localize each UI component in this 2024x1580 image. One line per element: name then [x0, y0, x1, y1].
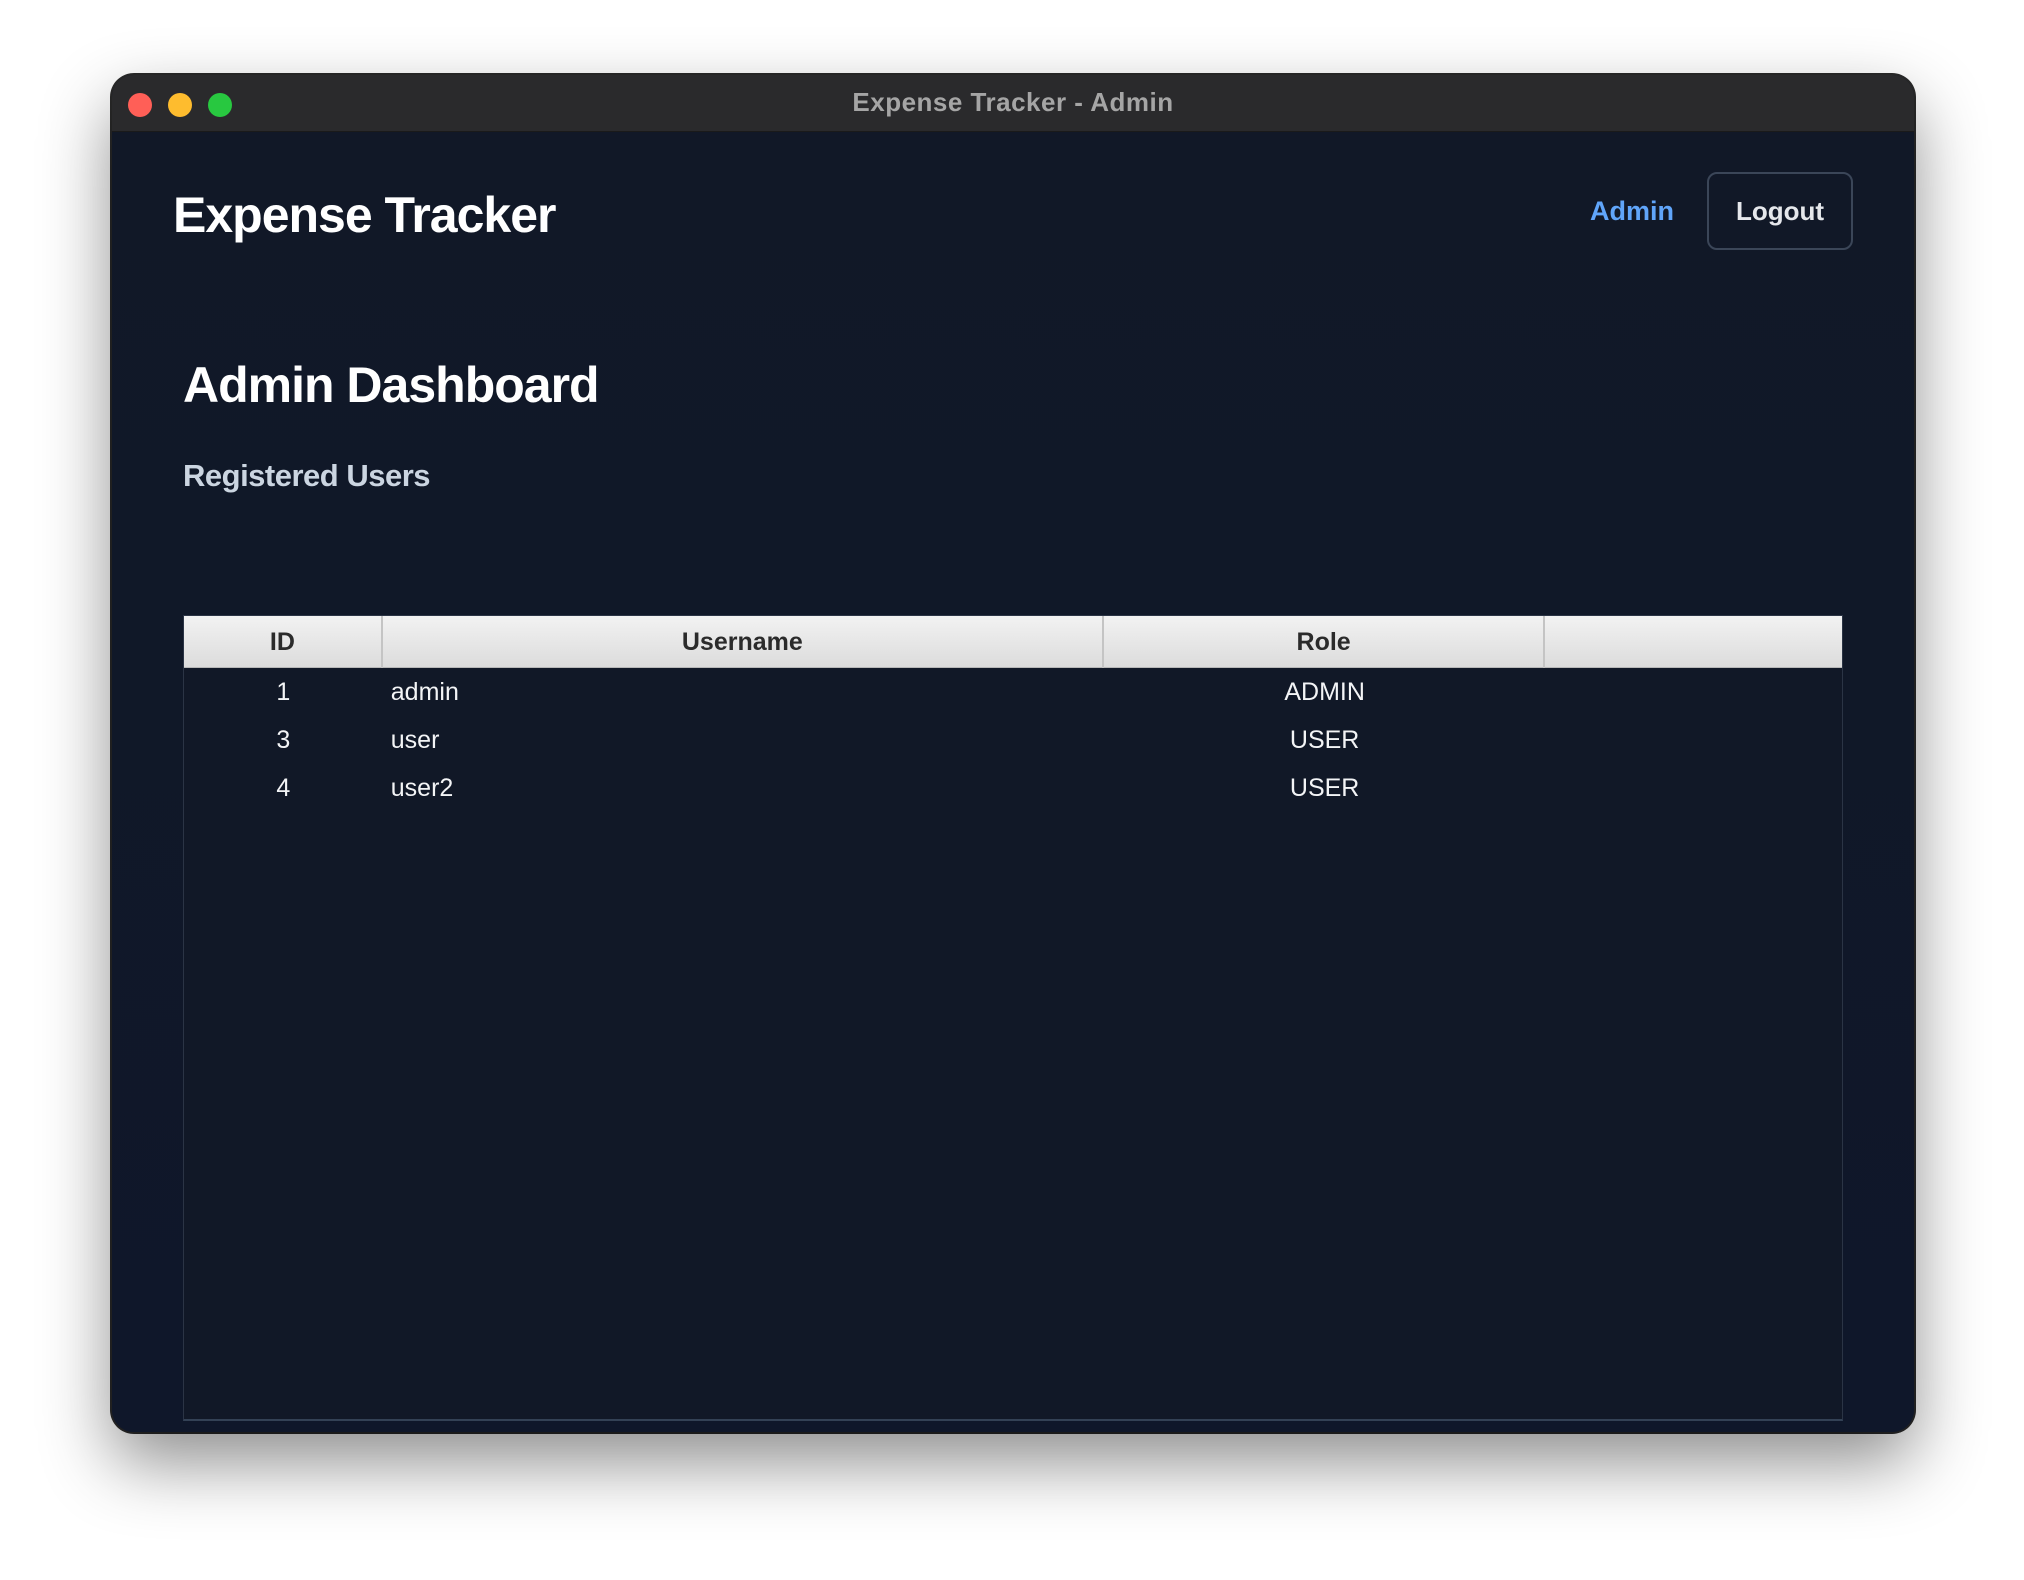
main-content: Expense Tracker Admin Logout Admin Dashb…	[112, 132, 1914, 1432]
cell-username: admin	[390, 678, 459, 706]
cell-empty	[1545, 716, 1842, 764]
section-title: Registered Users	[183, 458, 431, 493]
column-header-empty[interactable]	[1545, 616, 1842, 668]
cell-username: user2	[390, 774, 454, 802]
app-brand: Expense Tracker	[173, 187, 556, 243]
table-row[interactable]: 4 user2 USER	[184, 764, 1842, 812]
cell-username: user	[390, 726, 440, 754]
table-row[interactable]: 1 admin ADMIN	[184, 668, 1842, 716]
users-table[interactable]: ID Username Role 1 admin ADMIN 3 user US…	[183, 615, 1843, 1421]
logout-button[interactable]: Logout	[1707, 172, 1853, 250]
cell-id: 4	[276, 774, 291, 802]
window-title: Expense Tracker - Admin	[852, 87, 1174, 117]
cell-id: 3	[276, 726, 291, 754]
app-window: Expense Tracker - Admin Expense Tracker …	[112, 75, 1914, 1432]
title-bar[interactable]: Expense Tracker - Admin	[112, 75, 1914, 132]
cell-role: USER	[1289, 726, 1360, 754]
table-row[interactable]: 3 user USER	[184, 716, 1842, 764]
column-header-id[interactable]: ID	[184, 616, 383, 668]
cell-role: ADMIN	[1284, 678, 1365, 706]
cell-empty	[1545, 668, 1842, 716]
cell-id: 1	[276, 678, 291, 706]
cell-empty	[1545, 764, 1842, 812]
table-header: ID Username Role	[184, 616, 1842, 668]
nav-link-admin[interactable]: Admin	[1590, 196, 1674, 227]
cell-role: USER	[1289, 774, 1360, 802]
column-header-role[interactable]: Role	[1104, 616, 1546, 668]
page-title: Admin Dashboard	[183, 357, 600, 413]
column-header-username[interactable]: Username	[383, 616, 1104, 668]
